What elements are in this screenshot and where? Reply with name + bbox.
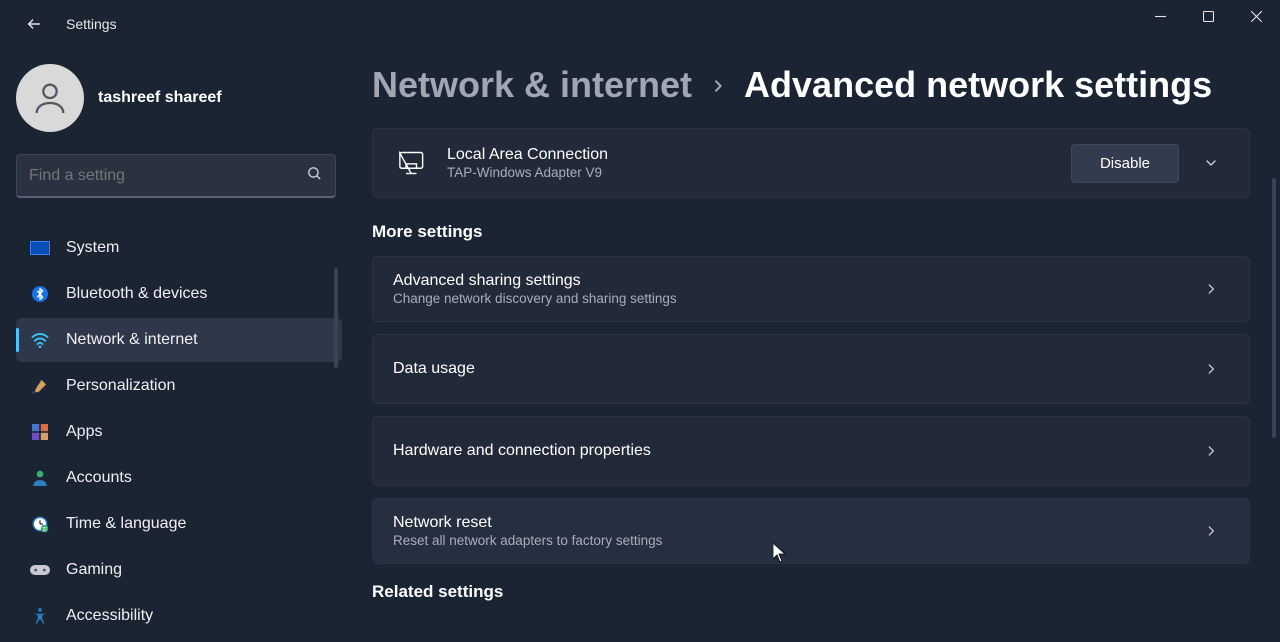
search-box[interactable]	[16, 154, 336, 198]
sidebar-item-apps[interactable]: Apps	[16, 410, 342, 454]
sidebar-scrollbar[interactable]	[334, 268, 338, 368]
clock-icon: 文	[30, 514, 50, 534]
sidebar-item-label: System	[66, 239, 119, 257]
item-title: Hardware and connection properties	[393, 442, 1193, 460]
expand-button[interactable]	[1193, 145, 1229, 181]
item-network-reset[interactable]: Network reset Reset all network adapters…	[372, 498, 1250, 564]
brush-icon	[30, 376, 50, 396]
title-bar: Settings	[0, 0, 1280, 48]
section-related-settings: Related settings	[372, 582, 1250, 602]
close-button[interactable]	[1232, 0, 1280, 32]
nav-list: System Bluetooth & devices Network & int…	[16, 226, 342, 638]
chevron-right-icon	[1193, 271, 1229, 307]
item-data-usage[interactable]: Data usage	[372, 334, 1250, 404]
item-subtitle: Change network discovery and sharing set…	[393, 291, 1193, 306]
sidebar-item-bluetooth[interactable]: Bluetooth & devices	[16, 272, 342, 316]
disable-button[interactable]: Disable	[1071, 144, 1179, 183]
wifi-icon	[30, 330, 50, 350]
sidebar-item-accounts[interactable]: Accounts	[16, 456, 342, 500]
chevron-right-icon	[1193, 513, 1229, 549]
ethernet-icon	[393, 143, 433, 183]
maximize-button[interactable]	[1184, 0, 1232, 32]
content-area: Network & internet Advanced network sett…	[342, 48, 1280, 642]
breadcrumb: Network & internet Advanced network sett…	[372, 64, 1250, 106]
adapter-subtitle: TAP-Windows Adapter V9	[447, 165, 1071, 180]
sidebar-item-label: Accounts	[66, 469, 132, 487]
sidebar-item-label: Personalization	[66, 377, 175, 395]
back-button[interactable]	[16, 6, 52, 42]
chevron-right-icon	[710, 72, 726, 104]
chevron-right-icon	[1193, 433, 1229, 469]
minimize-button[interactable]	[1136, 0, 1184, 32]
sidebar-item-accessibility[interactable]: Accessibility	[16, 594, 342, 638]
item-subtitle: Reset all network adapters to factory se…	[393, 533, 1193, 548]
bluetooth-icon	[30, 284, 50, 304]
item-title: Network reset	[393, 514, 1193, 532]
adapter-title: Local Area Connection	[447, 146, 1071, 164]
sidebar: tashreef shareef System Bluetooth & devi…	[0, 48, 342, 642]
accessibility-icon	[30, 606, 50, 626]
username: tashreef shareef	[98, 89, 222, 107]
adapter-card[interactable]: Local Area Connection TAP-Windows Adapte…	[372, 128, 1250, 198]
sidebar-item-personalization[interactable]: Personalization	[16, 364, 342, 408]
sidebar-item-system[interactable]: System	[16, 226, 342, 270]
apps-icon	[30, 422, 50, 442]
user-block[interactable]: tashreef shareef	[16, 64, 342, 132]
gamepad-icon	[30, 560, 50, 580]
sidebar-item-network[interactable]: Network & internet	[16, 318, 342, 362]
sidebar-item-label: Time & language	[66, 515, 186, 533]
person-icon	[30, 468, 50, 488]
sidebar-item-gaming[interactable]: Gaming	[16, 548, 342, 592]
search-icon	[306, 165, 323, 187]
section-more-settings: More settings	[372, 222, 1250, 242]
sidebar-item-label: Accessibility	[66, 607, 153, 625]
avatar	[16, 64, 84, 132]
item-hardware-properties[interactable]: Hardware and connection properties	[372, 416, 1250, 486]
sidebar-item-label: Network & internet	[66, 331, 198, 349]
content-scrollbar[interactable]	[1272, 178, 1276, 438]
item-title: Data usage	[393, 360, 1193, 378]
system-icon	[30, 238, 50, 258]
chevron-right-icon	[1193, 351, 1229, 387]
item-advanced-sharing[interactable]: Advanced sharing settings Change network…	[372, 256, 1250, 322]
window-title: Settings	[66, 16, 117, 32]
page-title: Advanced network settings	[744, 64, 1212, 106]
item-title: Advanced sharing settings	[393, 272, 1193, 290]
sidebar-item-label: Bluetooth & devices	[66, 285, 207, 303]
breadcrumb-parent[interactable]: Network & internet	[372, 64, 692, 106]
window-controls	[1136, 0, 1280, 32]
search-input[interactable]	[29, 167, 306, 185]
sidebar-item-label: Apps	[66, 423, 102, 441]
sidebar-item-time-language[interactable]: 文 Time & language	[16, 502, 342, 546]
sidebar-item-label: Gaming	[66, 561, 122, 579]
